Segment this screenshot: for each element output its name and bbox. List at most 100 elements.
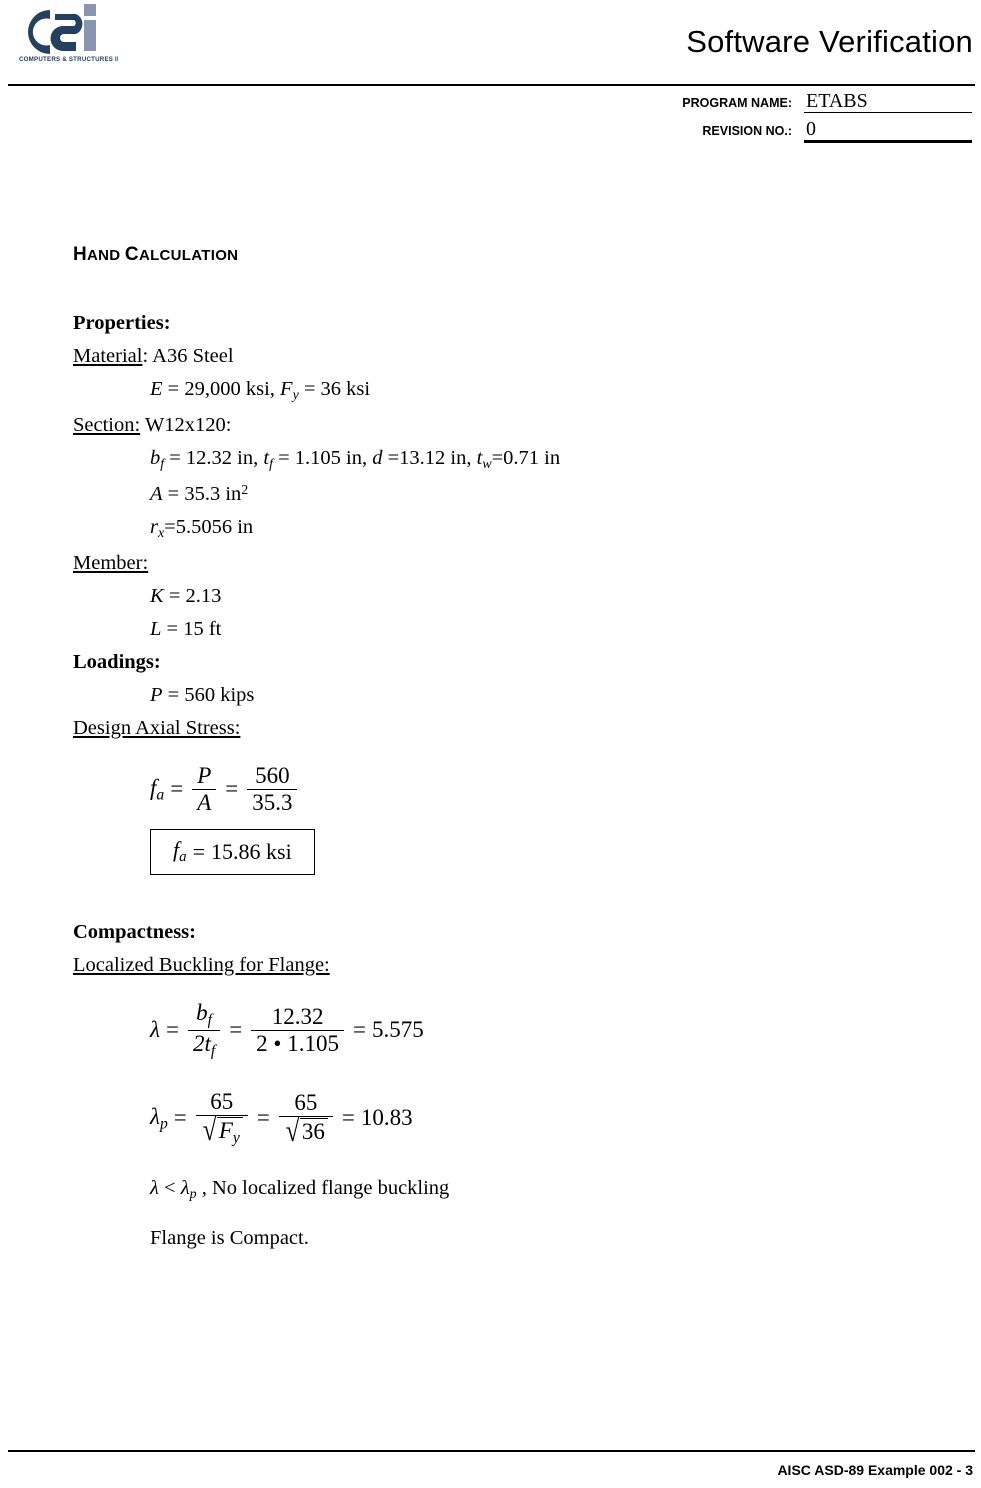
lambda-p-fraction-symbolic: 65 √ Fy — [195, 1089, 248, 1147]
document-body: HAND CALCULATION Properties: Material: A… — [73, 244, 933, 1260]
lambda-numerator-bf: bf — [191, 1001, 217, 1030]
lambda-p-denominator-sqrt-Fy: √ Fy — [195, 1111, 248, 1147]
section-heading-and: AND — [87, 247, 121, 264]
fa-denominator-A: A — [192, 788, 217, 815]
section-heading-hand-calculation: HAND CALCULATION — [73, 244, 933, 266]
compare-lambda-p-subscript: p — [189, 1186, 197, 1202]
revision-no-label: REVISION NO.: — [702, 124, 792, 138]
lambda-fraction-values: 12.32 2 • 1.105 — [251, 1003, 344, 1056]
logo-wordmark: COMPUTERS & STRUCTURES INC. — [19, 56, 118, 63]
P-text: = 560 kips — [162, 683, 255, 706]
document-page: COMPUTERS & STRUCTURES INC. Software Ver… — [0, 0, 981, 1488]
design-axial-stress-line: Design Axial Stress: — [73, 717, 933, 740]
lambda-p-equals-1: = — [173, 1105, 187, 1131]
radius-gyration-line: rx=5.5056 in — [150, 516, 933, 542]
fa-denominator-35-3: 35.3 — [247, 788, 298, 815]
member-label: Member: — [73, 551, 149, 574]
lambda-p-subscript: p — [159, 1114, 168, 1132]
lambda-numerator-12-32: 12.32 — [271, 1003, 324, 1029]
fa-result-value: 15.86 — [211, 838, 261, 864]
material-line: Material: A36 Steel — [73, 345, 234, 367]
section-value: W12x120: — [144, 413, 232, 436]
P-symbol: P — [150, 683, 163, 706]
compare-operator: < — [158, 1176, 181, 1199]
material-label: Material — [73, 345, 143, 367]
sqrt-36-body: 36 — [299, 1117, 328, 1144]
compare-text: , No localized flange buckling — [196, 1176, 450, 1199]
A-text: = 35.3 in — [162, 482, 242, 505]
footer-divider — [8, 1450, 975, 1452]
fa-result-subscript: a — [179, 849, 187, 866]
sqrt-Fy-symbol: F — [218, 1117, 233, 1143]
lambda-equals-2: = — [229, 1017, 243, 1043]
localized-buckling-flange-label: Localized Buckling for Flange: — [73, 954, 330, 977]
lambda-den-2tf-symbol: 2t — [192, 1030, 211, 1056]
footer-reference: AISC ASD-89 Example 002 - 3 — [777, 1462, 973, 1478]
compare-lambda-p-symbol: λ — [180, 1176, 190, 1199]
section-heading-c: C — [124, 244, 139, 265]
csi-logo-icon: COMPUTERS & STRUCTURES INC. — [8, 2, 118, 64]
A-superscript: 2 — [241, 482, 249, 498]
E-symbol: E — [150, 378, 163, 400]
compactness-heading: Compactness: — [73, 921, 196, 944]
Fy-text: = 36 ksi — [298, 378, 371, 400]
lambda-fraction-symbols: bf 2tf — [187, 1001, 221, 1060]
fa-equals-2: = — [225, 776, 239, 802]
fa-equals-1: = — [170, 776, 184, 802]
lambda-p-symbol: λ — [150, 1103, 160, 1129]
fa-equation: fa = P A = 560 35.3 — [150, 762, 933, 815]
lambda-equation: λ = bf 2tf = 12.32 2 • 1.105 = 5.575 — [150, 1001, 933, 1060]
fa-fraction-values: 560 35.3 — [247, 762, 298, 815]
area-line: A = 35.3 in2 — [150, 483, 933, 506]
sqrt-36: √ 36 — [284, 1114, 328, 1146]
lambda-den-2tf-sub: f — [210, 1042, 216, 1060]
lambda-denominator-2tf: 2tf — [187, 1029, 221, 1060]
lambda-p-equals-2: = — [256, 1105, 270, 1131]
revision-no-row: REVISION NO.: 0 — [600, 118, 972, 143]
P-line: P = 560 kips — [150, 684, 933, 707]
d-symbol: d — [372, 446, 383, 469]
d-text: =13.12 in, — [382, 446, 477, 469]
bf-text: = 12.32 in, — [164, 446, 264, 469]
fa-result-box: fa = 15.86 ksi — [150, 828, 315, 876]
section-label: Section: — [73, 413, 141, 436]
section-heading-h: H — [73, 244, 88, 265]
fa-num-symbol: P — [197, 762, 212, 788]
lambda-num-bf-symbol: b — [196, 1000, 208, 1026]
program-name-value: ETABS — [804, 90, 972, 113]
fa-fraction-PA: P A — [192, 762, 217, 815]
fa-den-symbol: A — [197, 789, 212, 815]
csi-logo: COMPUTERS & STRUCTURES INC. — [8, 2, 118, 64]
fa-result-equation: fa = 15.86 ksi — [173, 837, 292, 866]
flange-conclusion: Flange is Compact. — [150, 1226, 309, 1249]
Fy-symbol: F — [280, 378, 293, 400]
lambda-p-equals-3: = — [341, 1105, 355, 1131]
member-line: Member: — [73, 552, 933, 575]
tw-subscript: w — [482, 456, 492, 472]
tf-text: = 1.105 in, — [272, 446, 373, 469]
K-line: K = 2.13 — [150, 585, 933, 608]
fa-subscript: a — [156, 786, 165, 803]
A-symbol: A — [150, 482, 163, 505]
E-text: = 29,000 ksi, — [162, 378, 281, 400]
L-text: = 15 ft — [161, 617, 222, 640]
K-text: = 2.13 — [163, 584, 222, 607]
fa-result-wrapper: fa = 15.86 ksi — [150, 828, 933, 876]
compare-lambda-symbol: λ — [150, 1176, 159, 1199]
modulus-line: E = 29,000 ksi, Fy = 36 ksi — [150, 378, 933, 404]
header-divider — [8, 84, 975, 86]
L-symbol: L — [150, 617, 162, 640]
dimensions-line: bf = 12.32 in, tf = 1.105 in, d =13.12 i… — [150, 447, 933, 473]
lambda-p-fraction-numeric: 65 √ 36 — [278, 1090, 333, 1146]
lambda-p-value: 10.83 — [360, 1105, 413, 1131]
material-value: A36 Steel — [152, 345, 234, 367]
sqrt-Fy-sub: y — [232, 1129, 240, 1147]
lambda-symbol: λ — [150, 1017, 160, 1043]
radical-sign-icon: √ — [202, 1111, 217, 1147]
program-name-label: PROGRAM NAME: — [682, 96, 792, 110]
fa-numerator-560: 560 — [255, 762, 290, 788]
